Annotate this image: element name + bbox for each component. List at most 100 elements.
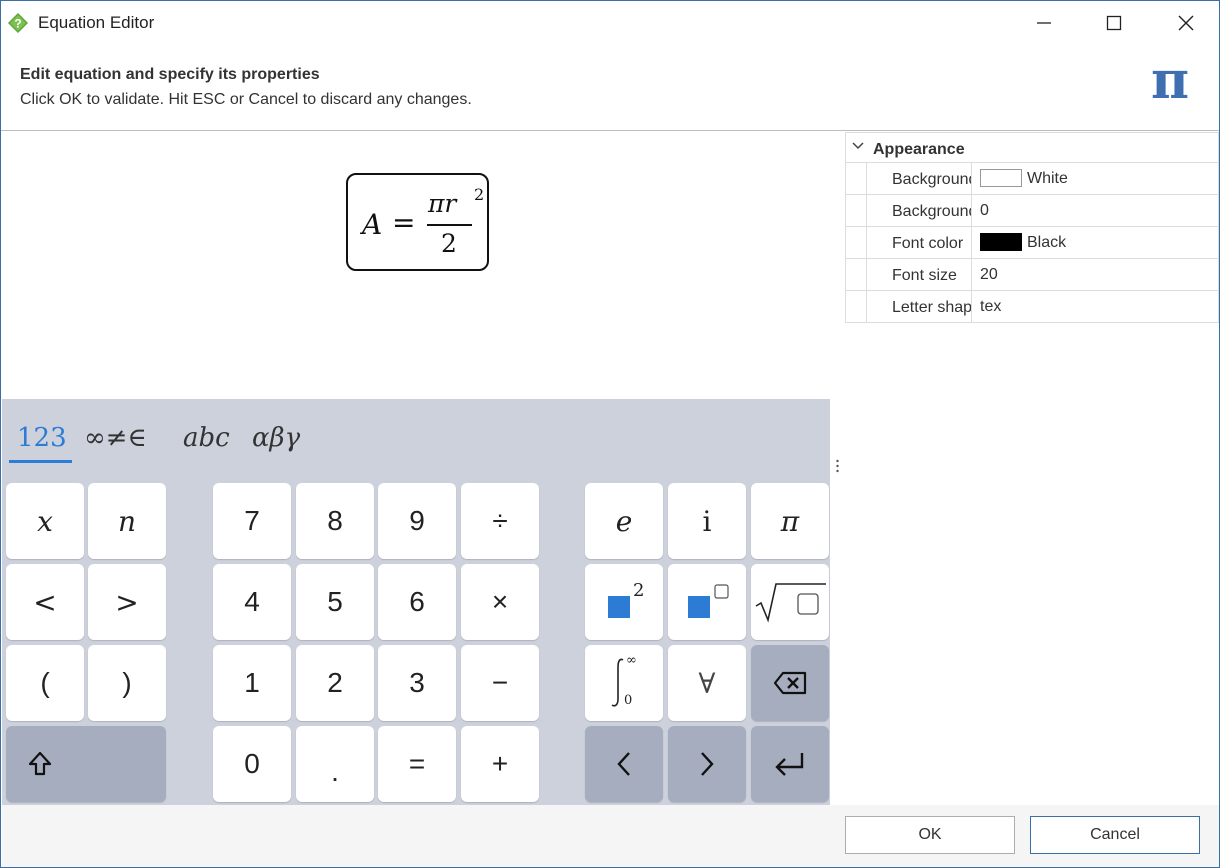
property-row-background-color[interactable]: Background White (845, 162, 1219, 194)
key-plus[interactable]: + (461, 726, 539, 802)
window-title: Equation Editor (38, 13, 155, 32)
integral-upper-limit: ∞ (626, 653, 637, 668)
key-2[interactable]: 2 (296, 645, 374, 721)
key-cursor-left[interactable] (585, 726, 663, 802)
backspace-icon (773, 671, 807, 695)
key-integral[interactable]: ∞ 0 (585, 645, 663, 721)
property-name: Letter shap (866, 291, 972, 322)
key-cursor-right[interactable] (668, 726, 746, 802)
key-label: 1 (244, 667, 260, 698)
key-3[interactable]: 3 (378, 645, 456, 721)
property-value[interactable]: 0 (980, 195, 989, 226)
property-row-letter-shape[interactable]: Letter shap tex (845, 290, 1219, 322)
property-value-text: White (1027, 170, 1068, 187)
key-7[interactable]: 7 (213, 483, 291, 559)
color-swatch (980, 169, 1022, 187)
key-label: 5 (327, 586, 343, 617)
property-value[interactable]: Black (980, 227, 1066, 258)
key-0[interactable]: 0 (213, 726, 291, 802)
title-bar[interactable]: ? Equation Editor (1, 1, 1219, 45)
key-e[interactable]: e (585, 483, 663, 559)
key-enter[interactable] (751, 726, 829, 802)
property-name: Background (866, 163, 972, 194)
key-for-all[interactable]: ∀ (668, 645, 746, 721)
key-minus[interactable]: − (461, 645, 539, 721)
key-label: 2 (327, 667, 343, 698)
equation-numerator: πr (428, 189, 457, 218)
dialog-header: Edit equation and specify its properties… (1, 45, 1219, 131)
tab-greek[interactable]: αβγ (252, 423, 300, 453)
key-divide[interactable]: ÷ (461, 483, 539, 559)
property-row-background-opacity[interactable]: Background 0 (845, 194, 1219, 226)
key-i[interactable]: i (668, 483, 746, 559)
chevron-right-icon (701, 752, 714, 776)
close-icon (1178, 15, 1194, 31)
key-shift[interactable] (6, 726, 166, 802)
key-less-than[interactable]: < (6, 564, 84, 640)
equation-formula[interactable]: A = πr 2 2 (346, 173, 489, 271)
ok-button[interactable]: OK (845, 816, 1015, 854)
key-8[interactable]: 8 (296, 483, 374, 559)
key-4[interactable]: 4 (213, 564, 291, 640)
key-label: ÷ (492, 505, 508, 536)
key-backspace[interactable] (751, 645, 829, 721)
key-label: 2 (633, 580, 645, 601)
property-value[interactable]: tex (980, 291, 1001, 322)
key-label: < (33, 585, 57, 619)
property-name: Font color (866, 227, 972, 258)
equation-canvas[interactable]: A = πr 2 2 (2, 132, 830, 399)
equation-lhs: A (362, 208, 383, 241)
key-greater-than[interactable]: > (88, 564, 166, 640)
key-1[interactable]: 1 (213, 645, 291, 721)
tab-symbols[interactable]: ∞≠∈ (84, 423, 147, 453)
cancel-button[interactable]: Cancel (1030, 816, 1200, 854)
key-label: 8 (327, 505, 343, 536)
property-row-font-color[interactable]: Font color Black (845, 226, 1219, 258)
key-decimal-point[interactable]: . (296, 726, 374, 802)
key-multiply[interactable]: × (461, 564, 539, 640)
tab-letters[interactable]: abc (183, 423, 230, 453)
equation-denominator: 2 (441, 229, 457, 258)
key-label: 7 (244, 505, 260, 536)
key-x[interactable]: x (6, 483, 84, 559)
app-help-icon: ? (8, 13, 28, 33)
key-right-paren[interactable]: ) (88, 645, 166, 721)
chevron-down-icon (852, 142, 864, 150)
property-value[interactable]: 20 (980, 259, 998, 290)
tab-numeric[interactable]: 123 (17, 423, 67, 453)
property-row-font-size[interactable]: Font size 20 (845, 258, 1219, 290)
chevron-left-icon (617, 752, 630, 776)
key-label: + (491, 748, 509, 779)
key-equals[interactable]: = (378, 726, 456, 802)
property-value-text: Black (1027, 234, 1067, 251)
property-group-appearance[interactable]: Appearance (845, 132, 1219, 162)
key-9[interactable]: 9 (378, 483, 456, 559)
pi-logo-icon: π (1151, 50, 1190, 111)
key-pi[interactable]: π (751, 483, 829, 559)
color-swatch (980, 233, 1022, 251)
maximize-icon (1106, 15, 1122, 31)
minimize-button[interactable] (1011, 1, 1077, 45)
property-name: Background (866, 195, 972, 226)
property-grid: Appearance Background White Background 0… (844, 132, 1219, 805)
close-button[interactable] (1153, 1, 1219, 45)
key-label: − (491, 667, 509, 698)
key-label: 4 (244, 586, 260, 617)
integral-lower-limit: 0 (624, 693, 633, 708)
key-label: ∀ (698, 666, 716, 700)
key-label: 6 (409, 586, 425, 617)
key-n[interactable]: n (88, 483, 166, 559)
key-6[interactable]: 6 (378, 564, 456, 640)
key-5[interactable]: 5 (296, 564, 374, 640)
equation-editor-window: ? Equation Editor Edit equation and spec… (0, 0, 1220, 868)
sqrt-icon (755, 583, 826, 623)
equation-exponent: 2 (474, 185, 485, 204)
key-square-root[interactable] (751, 564, 829, 640)
key-left-paren[interactable]: ( (6, 645, 84, 721)
key-label: . (331, 756, 339, 787)
property-group-label: Appearance (873, 141, 965, 158)
maximize-button[interactable] (1081, 1, 1147, 45)
property-value[interactable]: White (980, 163, 1068, 194)
key-square[interactable]: 2 (585, 564, 663, 640)
key-power[interactable] (668, 564, 746, 640)
